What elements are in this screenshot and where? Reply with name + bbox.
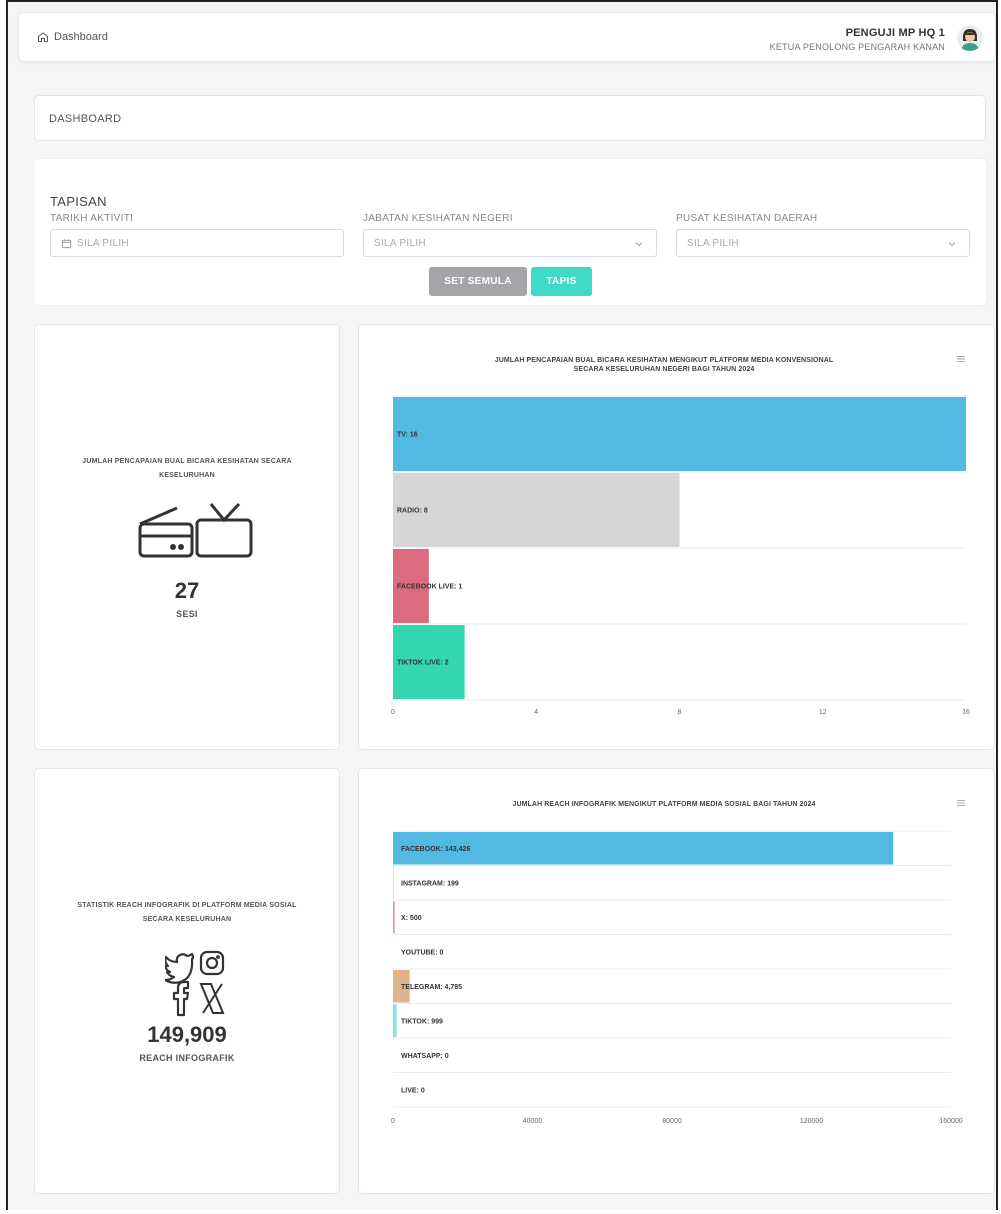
sessions-total: 27: [174, 578, 200, 603]
user-name: PENGUJI MP HQ 1: [845, 27, 945, 39]
x-icon: [199, 983, 225, 1014]
user-role: KETUA PENOLONG PENGARAH KANAN: [769, 42, 945, 52]
district-filter-select[interactable]: SILA PILIH: [676, 229, 970, 257]
chart1-tick-label: 8: [678, 709, 682, 716]
chart2-data-label: INSTAGRAM: 199: [401, 880, 459, 887]
reset-button[interactable]: SET SEMULA: [429, 267, 527, 296]
chart2-data-label: FACEBOOK: 143,426: [401, 846, 470, 853]
state-filter-label: JABATAN KESIHATAN NEGERI: [363, 213, 513, 224]
chart2-bar-tiktok[interactable]: [393, 1004, 397, 1038]
chart2-data-label: X: 500: [401, 915, 422, 922]
chart2-tick-label: 80000: [662, 1118, 682, 1125]
twitter-icon: [165, 952, 195, 984]
calendar-icon: [61, 238, 72, 248]
tv-icon: [195, 502, 253, 558]
chart1-data-label: FACEBOOK LIVE: 1: [397, 584, 462, 591]
user-info[interactable]: PENGUJI MP HQ 1 KETUA PENOLONG PENGARAH …: [770, 27, 945, 52]
chart1-tick-label: 0: [391, 709, 395, 716]
chart2-data-label: WHATSAPP: 0: [401, 1053, 449, 1060]
instagram-icon: [199, 950, 225, 976]
chart2-bar-instagram[interactable]: [393, 866, 394, 900]
social-media-bar-chart: FACEBOOK: 143,426 INSTAGRAM: 199 X: 500 YOU…: [391, 830, 963, 1125]
media-icons: [138, 502, 253, 558]
conventional-media-bar-chart: TV: 16 RADIO: 8 FACEBOOK LIVE: 1 TIKTOK LIV…: [391, 395, 970, 716]
sessions-stat-title-line2: KESELURUHAN: [159, 472, 215, 479]
radio-icon: [138, 506, 194, 558]
app-frame: Dashboard PENGUJI MP HQ 1 KETUA PENOLONG…: [6, 0, 998, 1210]
filter-title: TAPISAN: [50, 194, 107, 209]
sessions-stat-title-line1: JUMLAH PENCAPAIAN BUAL BICARA KESIHATAN …: [82, 458, 292, 465]
chart1-bar-radio[interactable]: [393, 473, 680, 547]
page-title: DASHBOARD: [49, 113, 122, 125]
breadcrumb-label: Dashboard: [54, 31, 108, 43]
facebook-icon: [172, 980, 190, 1017]
chart1-data-label: RADIO: 8: [397, 508, 428, 515]
reach-stat-title-line1: STATISTIK REACH INFOGRAFIK DI PLATFORM M…: [77, 902, 297, 909]
chart2-data-label: YOUTUBE: 0: [401, 949, 444, 956]
apply-filter-button[interactable]: TAPIS: [531, 267, 592, 296]
chart1-data-label: TIKTOK LIVE: 2: [397, 660, 449, 667]
chart2-tick-label: 160000: [939, 1118, 962, 1125]
social-media-chart-card: JUMLAH REACH INFOGRAFIK MENGIKUT PLATFOR…: [358, 768, 995, 1194]
reach-stat-card: STATISTIK REACH INFOGRAFIK DI PLATFORM M…: [34, 768, 340, 1194]
conventional-media-chart-card: JUMLAH PENCAPAIAN BUAL BICARA KESIHATAN …: [358, 324, 995, 750]
date-filter-placeholder: SILA PILIH: [77, 237, 129, 249]
breadcrumb[interactable]: Dashboard: [37, 31, 108, 43]
home-icon: [38, 32, 48, 42]
chart1-tick-label: 12: [819, 709, 827, 716]
chart1-tick-label: 4: [534, 709, 538, 716]
avatar[interactable]: [957, 25, 983, 51]
chart2-tick-label: 120000: [800, 1118, 823, 1125]
chart1-data-label: TV: 16: [397, 432, 418, 439]
chart2-data-label: LIVE: 0: [401, 1087, 425, 1094]
sessions-stat-card: JUMLAH PENCAPAIAN BUAL BICARA KESIHATAN …: [34, 324, 340, 750]
chart2-data-label: TELEGRAM: 4,785: [401, 984, 462, 991]
chart1-tick-label: 16: [962, 709, 970, 716]
district-filter-placeholder: SILA PILIH: [687, 237, 739, 249]
chart2-data-label: TIKTOK: 999: [401, 1018, 443, 1025]
chevron-down-icon: [948, 242, 956, 247]
district-filter-label: PUSAT KESIHATAN DAERAH: [676, 213, 818, 224]
chart2-tick-label: 40000: [523, 1118, 543, 1125]
top-bar: Dashboard PENGUJI MP HQ 1 KETUA PENOLONG…: [18, 12, 996, 62]
chart2-tick-label: 0: [391, 1118, 395, 1125]
state-filter-placeholder: SILA PILIH: [374, 237, 426, 249]
page-title-panel: DASHBOARD: [34, 95, 986, 141]
reach-stat-title-line2: SECARA KESELURUHAN: [142, 916, 232, 923]
chart2-bar-x[interactable]: [393, 901, 395, 934]
sessions-unit: SESI: [176, 609, 198, 619]
date-filter-label: TARIKH AKTIVITI: [50, 213, 134, 224]
state-filter-select[interactable]: SILA PILIH: [363, 229, 657, 257]
chart1-bar-tv[interactable]: [393, 397, 966, 471]
social-icons: [165, 950, 225, 1017]
reach-unit: REACH INFOGRAFIK: [139, 1053, 235, 1063]
reach-total: 149,909: [147, 1022, 227, 1047]
chevron-down-icon: [635, 242, 643, 247]
date-filter-input[interactable]: SILA PILIH: [50, 229, 344, 257]
